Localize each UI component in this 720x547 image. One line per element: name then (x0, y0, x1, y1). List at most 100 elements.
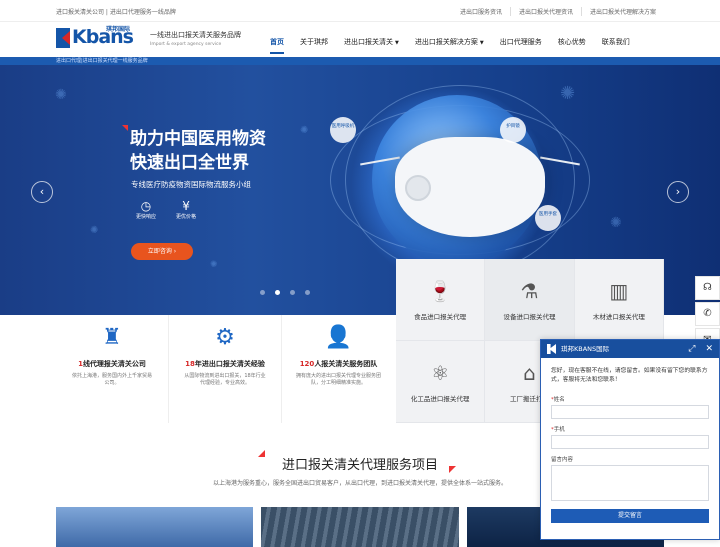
name-input[interactable] (551, 405, 709, 419)
stat-number: 18 (185, 360, 195, 368)
logs-icon: ▥ (609, 279, 629, 303)
nav-export-service[interactable]: 出口代理服务 (492, 37, 550, 47)
kbans-logo-icon (547, 344, 556, 354)
service-label: 木材进口报关代理 (592, 313, 645, 321)
stat-desc: 从国际物流到进出口报关，18年行业代理经验，专业高效。 (184, 373, 266, 386)
chevron-down-icon: ▼ (395, 40, 399, 46)
stat-experience: ⚙ 18年进出口报关清关经验 从国际物流到进出口报关，18年行业代理经验，专业高… (169, 315, 282, 423)
section-title-text: 进口报关清关代理服务项目 (281, 458, 438, 473)
stat-desc: 依托上海港，服务国内外上千家贸易公司。 (71, 373, 152, 386)
next-slide-button[interactable]: › (667, 181, 689, 203)
bubble-gloves: 医用手套 (535, 205, 561, 231)
slogan-cn: 一线进出口报关清关服务品牌 (150, 31, 241, 39)
top-link-news[interactable]: 进出口服务资讯 (452, 7, 510, 16)
hero-features: ◷ 更快响应 ¥ 更优价格 (136, 199, 196, 220)
slide-dots (260, 290, 310, 295)
virus-decor-icon: ✺ (210, 260, 218, 270)
nav-home-label: 首页 (270, 38, 284, 46)
virus-decor-icon: ✺ (560, 83, 576, 104)
logo-mark-icon (56, 28, 70, 48)
service-equipment[interactable]: ⚗ 设备进口报关代理 (485, 259, 575, 341)
nav-home[interactable]: 首页 (262, 37, 292, 54)
shanghai-tower-icon: ♜ (102, 325, 122, 350)
header-slogan: 一线进出口报关清关服务品牌 Import & export agency ser… (150, 30, 241, 47)
virus-decor-icon: ✺ (55, 87, 67, 103)
stats-row: ♜ 1线代理报关清关公司 依托上海港，服务国内外上千家贸易公司。 ⚙ 18年进出… (56, 315, 396, 423)
service-label: 化工品进口报关代理 (410, 395, 470, 403)
phone-label: *手机 (551, 427, 565, 433)
nav-customs[interactable]: 进出口报关清关 ▼ (336, 37, 407, 47)
slide-dot[interactable] (290, 290, 295, 295)
submit-message-button[interactable]: 提交留言 (551, 509, 709, 523)
yen-icon: ¥ (182, 199, 190, 213)
headset-icon[interactable]: ☊ (695, 276, 720, 300)
message-textarea[interactable] (551, 465, 709, 501)
nav-advantages[interactable]: 核心优势 (550, 37, 594, 47)
user-team-icon: 👤 (324, 325, 353, 350)
consult-button[interactable]: 立即咨询 › (131, 243, 193, 260)
virus-decor-icon: ✺ (90, 225, 99, 236)
stat-heading: 18年进出口报关清关经验 (169, 359, 281, 369)
slide-dot[interactable] (305, 290, 310, 295)
nav-about-label: 关于琪邦 (300, 38, 328, 46)
chat-offline-message: 您好，现在客服不在线，请您留言。如果没有留下您的联系方式，客服将无法和您联系！ (551, 368, 708, 383)
stat-number: 120 (299, 360, 315, 368)
phone-input[interactable] (551, 435, 709, 449)
site-logo[interactable]: Kbans 琪邦国际 (56, 26, 142, 52)
chat-header-buttons: ⤢ ✕ (688, 340, 713, 358)
stat-text: 线代理报关清关公司 (82, 360, 146, 368)
nav-customs-label: 进出口报关清关 (344, 38, 393, 46)
hero-title: 助力中国医用物资 快速出口全世界 (122, 125, 266, 175)
nav-solutions-label: 进出口报关解决方案 (414, 38, 478, 46)
mask-valve (405, 175, 431, 201)
title-corner-decor (258, 450, 265, 457)
top-link-solutions[interactable]: 进出口报关代理解决方案 (580, 7, 664, 16)
chemical-icon: ⚛ (431, 361, 450, 385)
virus-decor-icon: ✺ (300, 125, 309, 136)
clock-icon: ◷ (140, 199, 152, 213)
name-label: *姓名 (551, 397, 565, 403)
nav-contact[interactable]: 联系我们 (594, 37, 638, 47)
thumbnail-sky[interactable] (56, 507, 254, 547)
service-label: 食品进口报关代理 (414, 313, 467, 321)
chat-widget: 琪邦KBANS国际 ⤢ ✕ 您好，现在客服不在线，请您留言。如果没有留下您的联系… (540, 339, 720, 540)
nav-contact-label: 联系我们 (601, 38, 630, 46)
face-mask-image (395, 137, 545, 237)
stat-desc: 拥有庞大的进出口报关代理专业服务团队，分工明细精准实施。 (296, 373, 382, 386)
thumbnail-building[interactable] (261, 507, 459, 547)
hero-title-line2: 快速出口全世界 (130, 153, 249, 173)
site-header: Kbans 琪邦国际 一线进出口报关清关服务品牌 Import & export… (0, 22, 720, 58)
close-icon[interactable]: ✕ (705, 340, 713, 358)
stat-company: ♜ 1线代理报关清关公司 依托上海港，服务国内外上千家贸易公司。 (56, 315, 169, 423)
stat-text: 年进出口报关清关经验 (194, 360, 265, 368)
flask-icon: ⚗ (520, 279, 539, 303)
nav-export-label: 出口代理服务 (499, 38, 542, 46)
service-food[interactable]: 🍷 食品进口报关代理 (396, 259, 486, 341)
title-corner-decor (449, 466, 456, 473)
prev-slide-button[interactable]: ‹ (31, 181, 53, 203)
chat-title: 琪邦KBANS国际 (561, 345, 610, 353)
top-bar-tagline: 进口报关清关公司 | 进出口代理服务一线品牌 (56, 9, 176, 16)
expand-icon[interactable]: ⤢ (688, 340, 695, 358)
stat-team: 👤 120人报关清关服务团队 拥有庞大的进出口报关代理专业服务团队，分工明细精准… (282, 315, 395, 423)
service-label: 设备进口报关代理 (503, 313, 556, 321)
hero-subtitle: 专线医疗防疫物资国际物流服务小组 (131, 180, 251, 189)
virus-decor-icon: ✺ (610, 215, 622, 231)
service-timber[interactable]: ▥ 木材进口报关代理 (574, 259, 664, 341)
nav-about[interactable]: 关于琪邦 (292, 37, 336, 47)
stat-text: 人报关清关服务团队 (314, 360, 378, 368)
top-bar: 进口报关清关公司 | 进出口代理服务一线品牌 进出口服务资讯 进出口报关代理资讯… (0, 0, 720, 22)
top-link-agency-news[interactable]: 进出口报关代理资讯 (509, 7, 581, 16)
slide-dot-active[interactable] (275, 290, 280, 295)
main-nav: 首页 关于琪邦 进出口报关清关 ▼ 进出口报关解决方案 ▼ 出口代理服务 核心优势 … (262, 37, 638, 54)
monitor-gear-icon: ⚙ (215, 325, 235, 350)
content-label: 留言内容 (551, 457, 574, 463)
breadcrumb: 进出口代理|进出口报关代理一线服务品牌 (0, 57, 720, 65)
slide-dot[interactable] (260, 290, 265, 295)
wine-glass-icon: 🍷 (427, 279, 453, 303)
service-chemical[interactable]: ⚛ 化工品进口报关代理 (396, 341, 486, 423)
chat-header: 琪邦KBANS国际 ⤢ ✕ (541, 340, 719, 358)
nav-solutions[interactable]: 进出口报关解决方案 ▼ (407, 37, 492, 47)
phone-icon[interactable]: ✆ (695, 302, 720, 326)
feature-label: 更快响应 (136, 214, 157, 220)
